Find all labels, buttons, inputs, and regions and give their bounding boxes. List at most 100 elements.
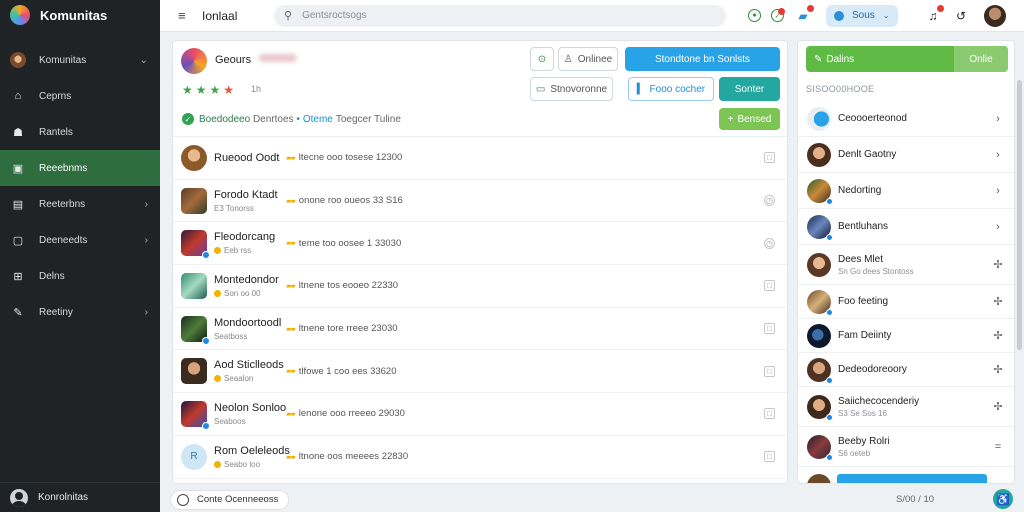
profile-avatar[interactable] (984, 4, 1006, 27)
row-checkbox[interactable]: □ (764, 365, 775, 377)
online-dot (202, 251, 210, 260)
list-item[interactable]: Forodo Ktadt E3 Tonorss ▰▰ onone roo oueos… (173, 180, 787, 223)
redacted-text (259, 54, 297, 62)
folders-label: Stnovoronne (550, 83, 608, 95)
pin-icon[interactable]: ✢ (992, 295, 1004, 308)
list-item[interactable]: □ (173, 479, 787, 484)
person-item[interactable]: Saiichecocenderiy S3 Se Sos 16 ✢ (798, 387, 1014, 427)
person-name: Ceoooerteonod (838, 113, 907, 124)
chevron-down-icon: ⌄ (139, 54, 148, 66)
person-item[interactable]: Foo feeting ✢ (798, 285, 1014, 319)
person-item[interactable]: Denlt Gaotny › (798, 137, 1014, 173)
new-button[interactable]: + Bensed (719, 108, 780, 130)
list-item[interactable]: Mondoortoodl Seatboss ▰▰ ltnene tore rreee… (173, 308, 787, 351)
sidebar-item-reeterbns[interactable]: ▤ Reeterbns › (0, 186, 160, 222)
pin-icon[interactable]: ✢ (992, 258, 1004, 271)
list-item[interactable]: Aod Sticlleods Seaalon ▰▰ tlfowe 1 coo ees… (173, 350, 787, 394)
person-item[interactable]: Bentluhans › (798, 209, 1014, 245)
accessibility-button[interactable]: ♿ (993, 489, 1013, 509)
sidebar-item-rantels[interactable]: ☗ Rantels (0, 114, 160, 150)
sidebar-item-label: Reetiny (39, 306, 73, 318)
row-checkbox[interactable]: □ (764, 280, 775, 292)
list-item[interactable]: Fleodorcang Eeb rss ▰▰ teme too oosee 1 33… (173, 222, 787, 266)
avatar: R (181, 443, 207, 470)
sidebar-item-delns[interactable]: ⊞ Delns (0, 258, 160, 294)
row-clock[interactable]: ◷ (764, 237, 775, 249)
rank-icon: ▰▰ (286, 453, 296, 461)
avatar (807, 394, 833, 421)
row-clock[interactable]: ◷ (764, 195, 775, 207)
rank-icon: ▰▰ (286, 240, 296, 248)
person-item[interactable]: Dedeodoreoory ✢ (798, 353, 1014, 387)
sidebar-user[interactable]: Konrolnitas (0, 482, 160, 512)
rank-icon: ▰▰ (286, 197, 296, 205)
footer: Conte Ocenneeoss S/00 / 10 ♿ (160, 487, 1024, 512)
bell-icon[interactable]: ♫ (924, 4, 944, 25)
right-panel: ✎ Dalins Onlie SISOO00HOOE Ceoooerteonod … (797, 40, 1015, 484)
contacts-button[interactable]: Stondtone bn Sonlsts (625, 47, 780, 71)
status-icon[interactable]: ● (748, 9, 761, 22)
list-item[interactable]: Montedondor Son oo 00 ▰▰ ltnene tos eooeo … (173, 265, 787, 308)
person-item[interactable]: Dees Mlet Sn Go dees Stontoss ✢ (798, 245, 1014, 285)
check-icon[interactable]: ✓ (771, 8, 785, 22)
menu-icon[interactable]: = (992, 441, 1004, 453)
folders-button[interactable]: ▭ Stnovoronne (530, 77, 613, 101)
user-avatar-icon (10, 488, 28, 507)
sidebar-item-reetiny[interactable]: ✎ Reetiny › (0, 294, 160, 330)
online-dot (826, 413, 833, 421)
online-dot (202, 421, 210, 430)
avatar (807, 106, 831, 131)
scrollbar[interactable] (1017, 80, 1022, 350)
sidebar-item-deeneedts[interactable]: ▢ Deeneedts › (0, 222, 160, 258)
history-icon[interactable]: ↺ (952, 7, 970, 25)
row-checkbox[interactable]: □ (764, 152, 775, 164)
new-label: Bensed (737, 113, 772, 125)
row-meta-text: onone roo oueos 33 S16 (298, 195, 403, 207)
page-indicator: S/00 / 10 (896, 494, 935, 505)
person-item[interactable]: Beeby Rolri S6 oeteb = (798, 427, 1014, 467)
row-sub-text: Seaalon (224, 374, 254, 384)
person-item[interactable]: Ceoooerteonod › (798, 101, 1014, 137)
focus-button[interactable]: ▍ Fooo cocher (628, 77, 714, 101)
sidebar-item-ceprns[interactable]: ⌂ Ceprns (0, 78, 160, 114)
connection-pill[interactable]: Conte Ocenneeoss (170, 489, 290, 510)
search-input[interactable]: ⚲ Gentsroctsogs (274, 4, 726, 27)
connect-button[interactable]: Sonter (719, 77, 780, 101)
bar-icon: ▍ (636, 83, 645, 95)
refresh-button[interactable]: ⊙ (530, 47, 554, 71)
workspace-selector[interactable]: Sous ⌄ (826, 4, 898, 27)
online-button[interactable]: ♙ Onlinee (558, 47, 618, 71)
member-list: Rueood Oodt ▰▰ ltecne ooo tosese 12300 □ … (173, 137, 787, 484)
row-name: Rueood Oodt (214, 151, 280, 164)
row-checkbox[interactable]: □ (764, 408, 775, 420)
list-item[interactable]: Neolon Sonloo Seaboos ▰▰ lenone ooo rreeeo… (173, 393, 787, 436)
online-dot (826, 308, 833, 316)
row-sub-text: Seabo loo (224, 459, 261, 469)
pin-icon[interactable]: ✢ (992, 400, 1004, 413)
grid-icon: ⊞ (13, 270, 23, 283)
person-item[interactable]: Fam Deiinty ✢ (798, 319, 1014, 353)
board-icon: ▣ (12, 162, 24, 175)
briefcase-icon[interactable]: ▰ (794, 4, 814, 25)
group-avatar (181, 48, 207, 74)
list-item[interactable]: Rueood Oodt ▰▰ ltecne ooo tosese 12300 □ (173, 137, 787, 180)
sidebar-item-label: Komunitas (39, 54, 87, 66)
row-checkbox[interactable]: □ (764, 451, 775, 463)
sidebar-item-komunitas[interactable]: Komunitas ⌄ (0, 42, 160, 78)
person-sub: S3 Se Sos 16 (838, 408, 887, 418)
community-avatar-icon (10, 52, 26, 68)
row-checkbox[interactable]: □ (764, 323, 775, 335)
sidebar-item-reeebnms[interactable]: ▣ Reeebnms (0, 150, 160, 186)
details-header[interactable]: ✎ Dalins Onlie (806, 46, 1008, 72)
list-item[interactable]: R Rom Oeleleods Seabo loo ▰▰ ltnone oos me… (173, 436, 787, 479)
pin-icon[interactable]: ✢ (992, 363, 1004, 376)
row-meta: ▰▰ ltnone oos meeees 22830 (286, 451, 408, 462)
person-name: Foo feeting (838, 296, 889, 307)
menu-icon[interactable]: ≡ (178, 8, 192, 23)
brand[interactable]: Komunitas (0, 0, 160, 30)
online-tag[interactable]: Onlie (954, 46, 1008, 72)
pin-icon[interactable]: ✢ (992, 329, 1004, 342)
action-button[interactable] (837, 474, 987, 483)
avatar (181, 187, 207, 214)
person-item[interactable]: Nedorting › (798, 173, 1014, 209)
